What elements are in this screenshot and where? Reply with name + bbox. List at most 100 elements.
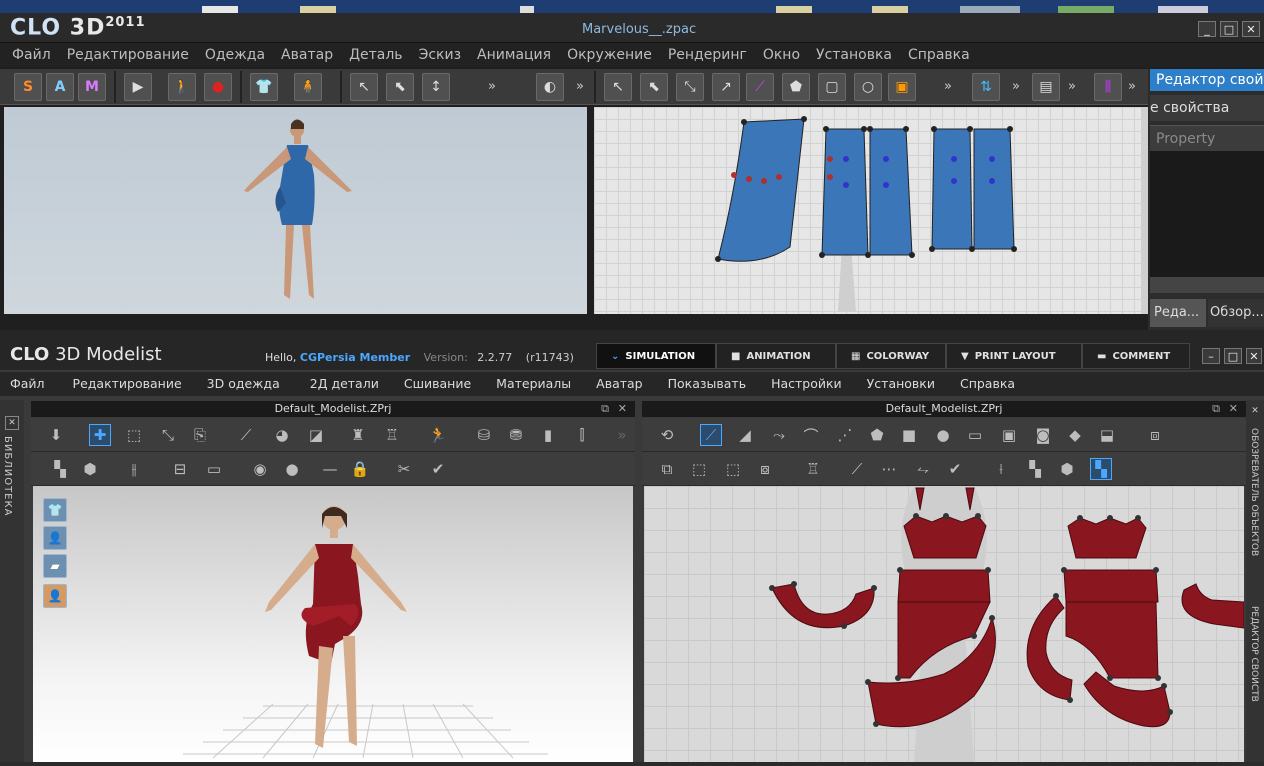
library-sidebar[interactable]: ✕ БИБЛИОТЕКА	[0, 400, 24, 762]
menu-materials[interactable]: Материалы	[484, 372, 584, 396]
clo2011-3d-viewport[interactable]	[4, 107, 587, 314]
polygon-icon[interactable]: ⬟	[866, 424, 888, 446]
down-arrow-icon[interactable]: ⬇	[45, 424, 67, 446]
garment-icon[interactable]: ♜	[347, 424, 369, 446]
circle-icon[interactable]: ●	[932, 424, 954, 446]
transform-icon[interactable]: ⤡	[676, 73, 704, 101]
menu-sewing[interactable]: Сшивание	[392, 372, 484, 396]
modelist-3d-viewport[interactable]: 👕 👤 ▰ 👤	[33, 486, 633, 762]
close-icon[interactable]: ✕	[1229, 401, 1238, 417]
menu-sketch[interactable]: Эскиз	[411, 43, 469, 67]
ruler-icon[interactable]: ▭	[203, 458, 225, 480]
s-mode-button[interactable]: S	[14, 73, 42, 101]
close-button[interactable]: ✕	[1246, 348, 1262, 364]
shape-icon[interactable]: ⬢	[1056, 458, 1078, 480]
minimize-button[interactable]: –	[1202, 348, 1220, 364]
desktop-icon[interactable]	[1158, 6, 1208, 13]
tab-simulation[interactable]: ⌄ SIMULATION	[596, 343, 716, 369]
maximize-button[interactable]: □	[1220, 21, 1238, 37]
more-chevron-icon[interactable]: »	[944, 79, 952, 94]
tab-print-layout[interactable]: ▼ PRINT LAYOUT	[946, 343, 1082, 369]
measure-tool-icon[interactable]: ⧈	[1144, 424, 1166, 446]
menu-2d-pattern[interactable]: 2Д детали	[293, 372, 392, 396]
sync-icon[interactable]: ⟲	[656, 424, 678, 446]
edit-pattern-icon[interactable]: ↖	[604, 73, 632, 101]
walk-icon[interactable]: 🚶	[168, 73, 196, 101]
internal-circle-icon[interactable]: ◙	[1032, 424, 1054, 446]
tack-icon[interactable]: ⟋	[235, 424, 257, 446]
more-chevron-icon[interactable]: »	[488, 79, 496, 94]
desktop-icon[interactable]	[520, 6, 534, 13]
segment-sewing-icon[interactable]: ⇅	[972, 73, 1000, 101]
edit-curvature-icon[interactable]: ⌒	[800, 424, 822, 446]
measure-icon[interactable]: ⊟	[169, 458, 191, 480]
close-icon[interactable]: ✕	[618, 401, 627, 417]
select-move-icon[interactable]: ↖	[350, 73, 378, 101]
modelist-2d-pattern-view[interactable]	[644, 486, 1245, 762]
desktop-icon[interactable]	[872, 6, 908, 13]
grid-toggle-icon[interactable]: ▚	[1090, 458, 1112, 480]
check-icon[interactable]: ✔	[944, 458, 966, 480]
fold-icon[interactable]: ◪	[305, 424, 327, 446]
select-move-icon[interactable]: ✚	[89, 424, 111, 446]
pin-icon[interactable]: ◕	[271, 424, 293, 446]
curve-point-icon[interactable]: ⤳	[768, 424, 790, 446]
edit-pattern-icon[interactable]: ⟋	[700, 424, 722, 446]
menu-render[interactable]: Рендеринг	[660, 43, 755, 67]
desktop-icon[interactable]	[202, 6, 238, 13]
checker-icon[interactable]: ▚	[1024, 458, 1046, 480]
menu-window[interactable]: Окно	[755, 43, 808, 67]
tab-colorway[interactable]: ▦ COLORWAY	[836, 343, 946, 369]
more-chevron-icon[interactable]: »	[1068, 79, 1076, 94]
mannequin-icon[interactable]: ▮	[537, 424, 559, 446]
m-mode-button[interactable]: M	[78, 73, 106, 101]
menu-settings[interactable]: Настройки	[759, 372, 855, 396]
shape-icon[interactable]: ⬢	[79, 458, 101, 480]
desktop-icon[interactable]	[1058, 6, 1114, 13]
clo2011-2d-pattern-view[interactable]	[594, 107, 1141, 314]
undock-icon[interactable]: ⧉	[601, 401, 609, 417]
menu-environment[interactable]: Окружение	[559, 43, 660, 67]
menu-settings[interactable]: Установка	[808, 43, 900, 67]
trace-icon[interactable]: ⟋	[846, 458, 868, 480]
more-chevron-icon[interactable]: »	[576, 79, 584, 94]
select-mesh-icon[interactable]: ⬉	[386, 73, 414, 101]
fold-arrange-icon[interactable]: ⎘	[189, 424, 211, 446]
avatar-icon[interactable]: 🧍	[294, 73, 322, 101]
play-icon[interactable]: ▶	[124, 73, 152, 101]
horizontal-scrollbar[interactable]	[1150, 277, 1264, 293]
right-dock-strip[interactable]: ✕ ОБОЗРЕВАТЕЛЬ ОБЪЕКТОВ РЕДАКТОР СВОЙСТВ	[1246, 400, 1264, 762]
button-icon[interactable]: ●	[281, 458, 303, 480]
menu-animation[interactable]: Анимация	[469, 43, 559, 67]
tab-comment[interactable]: ▬ COMMENT	[1082, 343, 1190, 369]
select-mesh-icon[interactable]: ⬚	[123, 424, 145, 446]
internal-rect-icon[interactable]: ▣	[998, 424, 1020, 446]
align-icon[interactable]: ⫲	[123, 458, 145, 480]
sewing-free-icon[interactable]: ⬚	[688, 458, 710, 480]
desktop-icon[interactable]	[300, 6, 336, 13]
more-chevron-icon[interactable]: »	[611, 424, 633, 446]
internal-polygon-icon[interactable]: ▭	[964, 424, 986, 446]
menu-help[interactable]: Справка	[948, 372, 1028, 396]
add-point-icon[interactable]: ⟋	[746, 73, 774, 101]
shirt-icon[interactable]: 👕	[250, 73, 278, 101]
menu-avatar[interactable]: Аватар	[584, 372, 655, 396]
tab-animation[interactable]: ■ ANIMATION	[716, 343, 836, 369]
internal-rect-icon[interactable]: ▣	[888, 73, 916, 101]
edit-point-icon[interactable]: ◢	[734, 424, 756, 446]
desktop-icon[interactable]	[776, 6, 812, 13]
check-sewing-icon[interactable]: ⧇	[754, 458, 776, 480]
maximize-button[interactable]: □	[1224, 348, 1242, 364]
menu-display[interactable]: Показывать	[656, 372, 759, 396]
a-mode-button[interactable]: A	[46, 73, 74, 101]
lock-icon[interactable]: 🔒	[349, 458, 371, 480]
menu-garment[interactable]: Одежда	[197, 43, 273, 67]
offset-icon[interactable]: ⋯	[878, 458, 900, 480]
sewing-segment-icon[interactable]: ⧉	[656, 458, 678, 480]
menu-help[interactable]: Справка	[900, 43, 978, 67]
shirt-icon[interactable]: ♖	[381, 424, 403, 446]
fold-icon[interactable]: ⫼	[1094, 73, 1122, 101]
fold-line-icon[interactable]: ⥊	[912, 458, 934, 480]
notch-icon[interactable]: ⟊	[990, 458, 1012, 480]
menu-avatar[interactable]: Аватар	[273, 43, 341, 67]
